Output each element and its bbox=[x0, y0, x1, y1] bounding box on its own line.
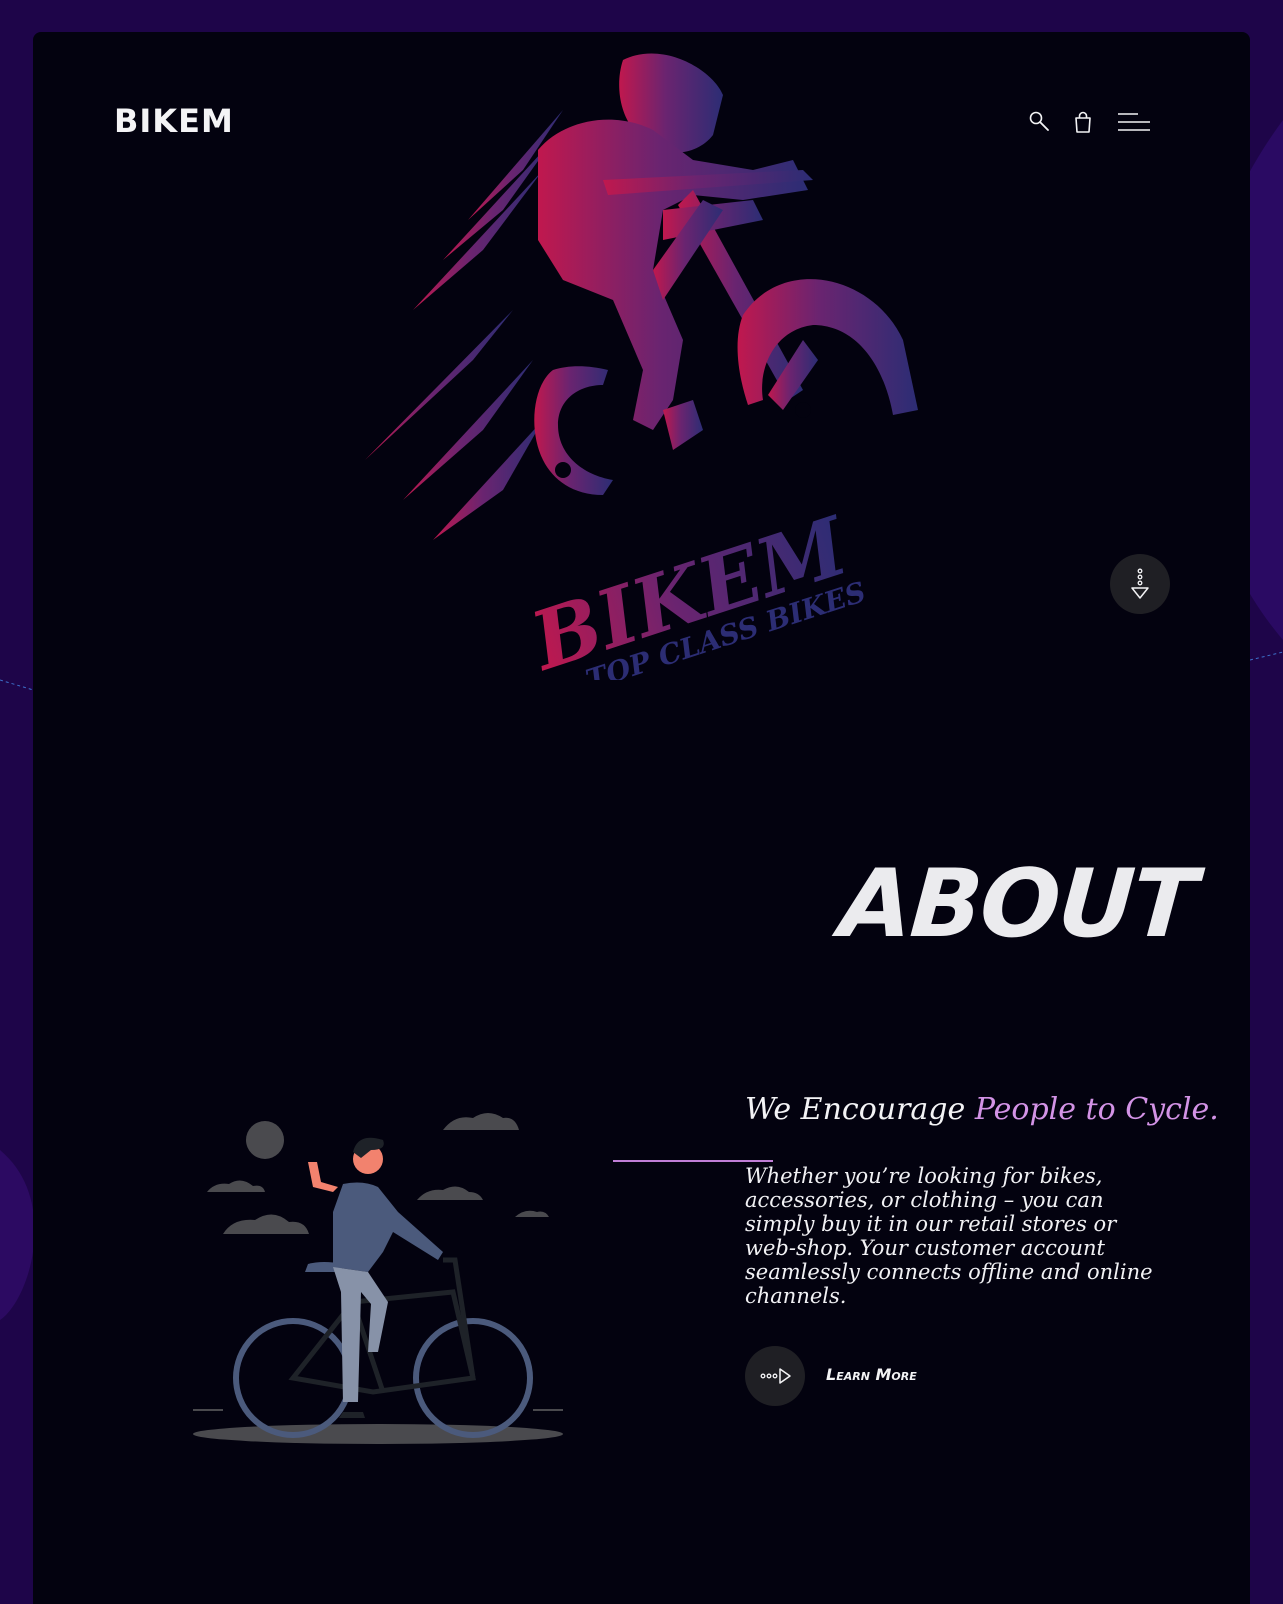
brand-logo[interactable]: BIKEM bbox=[114, 102, 234, 140]
learn-more-link[interactable]: Learn More bbox=[826, 1365, 917, 1384]
arrow-down-icon bbox=[1131, 568, 1149, 599]
main-card: BIKEM BIKEM TOP CLASS BIKES ABOUT We Enc… bbox=[33, 32, 1250, 1604]
cyclist-illustration bbox=[193, 1113, 563, 1444]
learn-more-button[interactable] bbox=[745, 1346, 805, 1406]
search-icon[interactable] bbox=[1028, 110, 1052, 134]
accent-divider bbox=[613, 1160, 773, 1162]
arrow-right-icon bbox=[760, 1368, 791, 1384]
menu-icon[interactable] bbox=[1116, 110, 1152, 134]
about-heading: ABOUT bbox=[836, 850, 1199, 959]
about-tagline: We Encourage People to Cycle. bbox=[745, 1092, 1219, 1127]
header-nav bbox=[1028, 110, 1153, 134]
hero-rider-logo: BIKEM TOP CLASS BIKES bbox=[365, 53, 918, 680]
about-paragraph: Whether you’re looking for bikes, access… bbox=[745, 1164, 1153, 1308]
tagline-accent: People to Cycle. bbox=[974, 1092, 1219, 1127]
scroll-down-button[interactable] bbox=[1110, 554, 1170, 614]
tagline-text: We Encourage bbox=[745, 1092, 975, 1127]
bag-icon[interactable] bbox=[1072, 110, 1094, 134]
